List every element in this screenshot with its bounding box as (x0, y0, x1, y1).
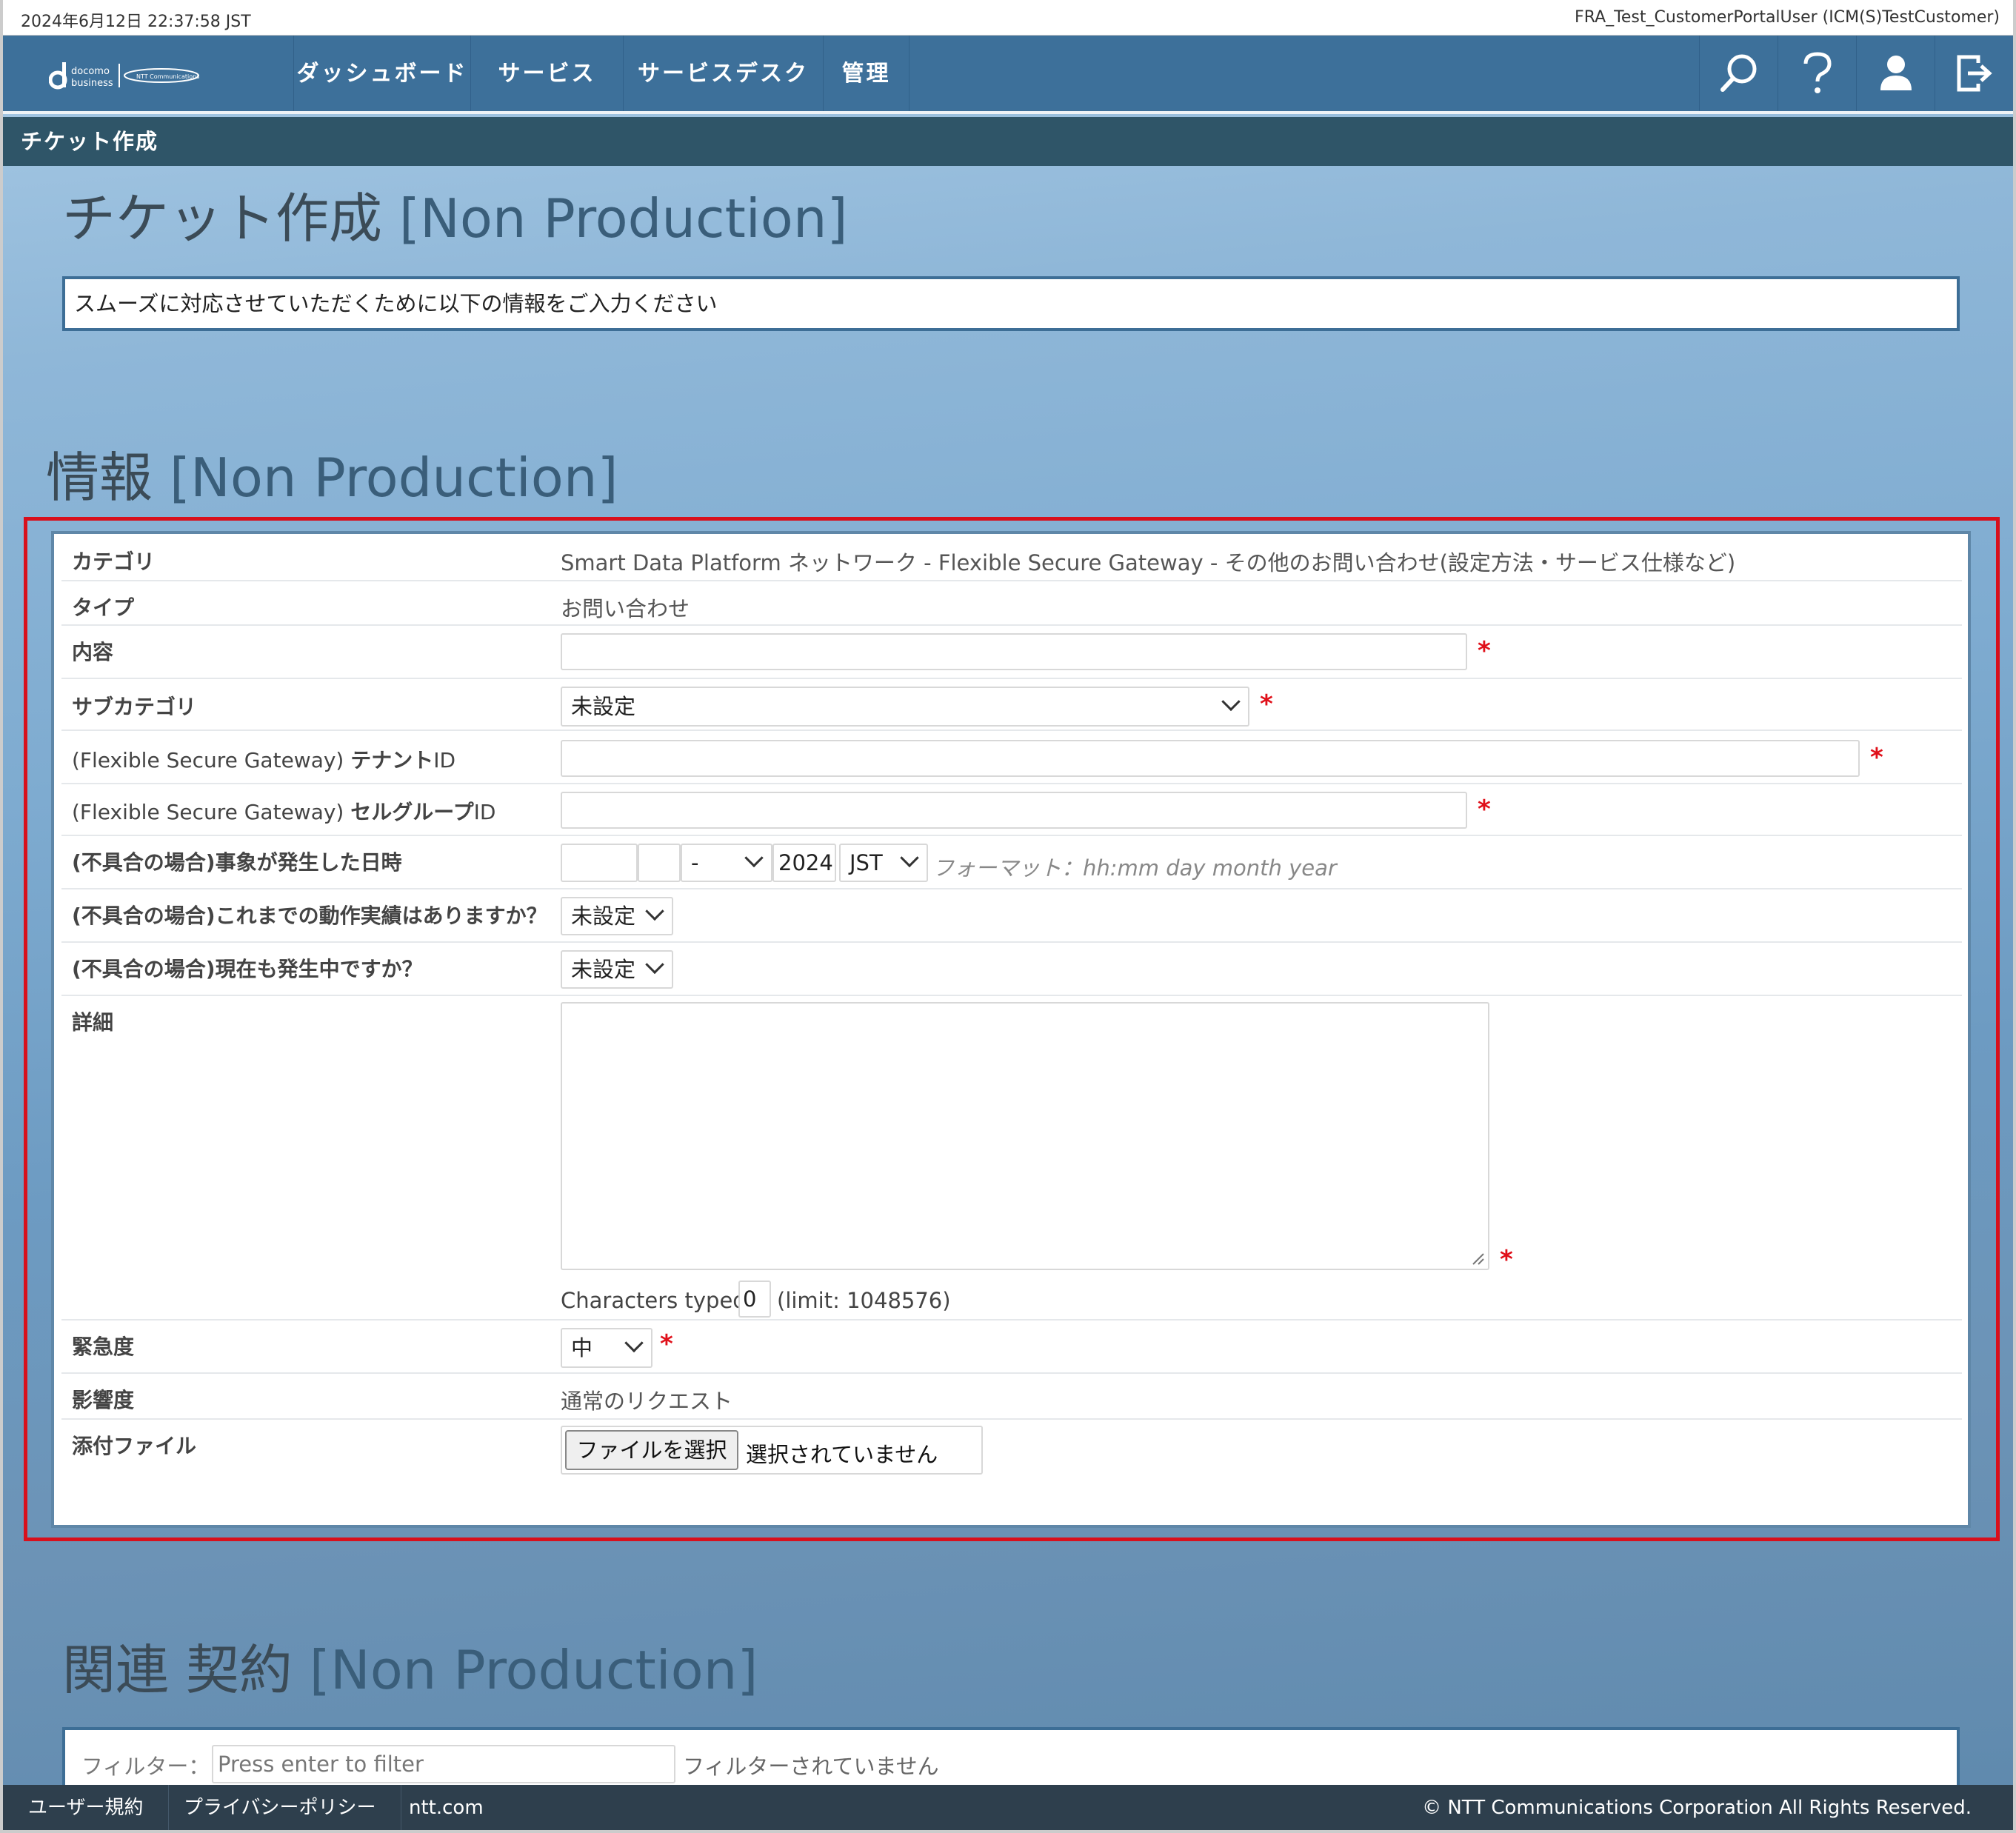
system-status-bar: 2024年6月12日 22:37:58 JST FRA_Test_Custome… (0, 0, 2016, 36)
row-type: タイプ お問い合わせ (61, 581, 1962, 626)
history-label: (不具合の場合)これまでの動作実績はありますか？ (72, 904, 547, 928)
chars-typed-label: Characters typed: (561, 1288, 754, 1313)
occurred-day-input[interactable] (638, 844, 681, 882)
tenant-id-input[interactable] (561, 740, 1860, 777)
footer-copyright: © NTT Communications Corporation All Rig… (1422, 1797, 1972, 1819)
nav-service[interactable]: サービス (471, 36, 624, 111)
svg-text:business: business (71, 78, 113, 89)
docomo-business-logo-icon: docomo business NTT Communications (48, 62, 199, 90)
row-ongoing: (不具合の場合)現在も発生中ですか？ 未設定 (61, 943, 1962, 996)
filter-label: フィルター： (81, 1754, 210, 1779)
row-impact: 影響度 通常のリクエスト (61, 1374, 1962, 1420)
row-cellgroup-id: (Flexible Secure Gateway) セルグループID * (61, 784, 1962, 836)
breadcrumb: チケット作成 (3, 117, 2013, 166)
cellgroup-id-label: (Flexible Secure Gateway) セルグループID (72, 800, 496, 824)
urgency-select[interactable]: 中 (561, 1328, 652, 1368)
top-navigation: docomo business NTT Communications ダッシュボ… (3, 36, 2013, 114)
attach-status: 選択されていません (746, 1442, 938, 1467)
nav-admin[interactable]: 管理 (824, 36, 909, 111)
chevron-down-icon (645, 955, 664, 975)
nav-service-desk[interactable]: サービスデスク (624, 36, 824, 111)
resize-handle-icon (1472, 1253, 1484, 1265)
content-input[interactable] (561, 633, 1467, 670)
content-label: 内容 (72, 640, 114, 664)
row-occurred-datetime: (不具合の場合)事象が発生した日時 - 2024 JST フォーマット：hh:m… (61, 836, 1962, 889)
required-mark: * (1478, 636, 1491, 666)
type-label: タイプ (72, 595, 135, 620)
help-icon[interactable] (1778, 36, 1856, 111)
footer: ユーザー規約 プライバシーポリシー ntt.com © NTT Communic… (3, 1785, 2013, 1833)
footer-link-ntt[interactable]: ntt.com (384, 1785, 509, 1833)
occurred-label: (不具合の場合)事象が発生した日時 (72, 850, 402, 875)
required-mark: * (1500, 1245, 1513, 1275)
type-value: お問い合わせ (561, 596, 690, 621)
chevron-down-icon (645, 901, 664, 921)
subcategory-label: サブカテゴリ (72, 695, 197, 719)
chevron-down-icon (624, 1333, 644, 1353)
cellgroup-id-input[interactable] (561, 792, 1467, 829)
chevron-down-icon (900, 848, 919, 868)
required-mark: * (1260, 690, 1273, 719)
row-urgency: 緊急度 中 * (61, 1321, 1962, 1374)
attach-file-input: ファイルを選択 選択されていません (561, 1426, 983, 1475)
chars-limit: (limit: 1048576) (777, 1288, 951, 1313)
row-attachment: 添付ファイル ファイルを選択 選択されていません (61, 1420, 1962, 1483)
row-content: 内容 * (61, 626, 1962, 679)
info-section-title: 情報 [Non Production] (46, 447, 618, 509)
page-title: チケット作成 [Non Production] (62, 187, 848, 250)
detail-label: 詳細 (72, 1010, 114, 1035)
ticket-form: カテゴリ Smart Data Platform ネットワーク - Flexib… (51, 531, 1971, 1528)
row-subcategory: サブカテゴリ 未設定 * (61, 679, 1962, 731)
contract-section-title: 関連 契約 [Non Production] (62, 1639, 758, 1701)
filter-status: フィルターされていません (683, 1754, 939, 1779)
status-datetime: 2024年6月12日 22:37:58 JST (21, 13, 251, 31)
status-user: FRA_Test_CustomerPortalUser (ICM(S)TestC… (1575, 8, 2000, 27)
impact-value: 通常のリクエスト (561, 1389, 733, 1414)
contract-filter-bar: フィルター： Press enter to filter フィルターされていませ… (62, 1727, 1960, 1794)
nav-dashboard[interactable]: ダッシュボード (293, 36, 471, 111)
svg-text:docomo: docomo (71, 66, 110, 77)
attach-label: 添付ファイル (72, 1434, 197, 1458)
occurred-format-hint: フォーマット：hh:mm day month year (932, 855, 1337, 881)
occurred-timezone-select[interactable]: JST (839, 844, 928, 882)
urgency-label: 緊急度 (72, 1335, 135, 1359)
row-history: (不具合の場合)これまでの動作実績はありますか？ 未設定 (61, 889, 1962, 943)
logout-icon[interactable] (1935, 36, 2013, 111)
footer-link-privacy[interactable]: プライバシーポリシー (158, 1785, 402, 1833)
occurred-month-select[interactable]: - (681, 844, 772, 882)
filter-input[interactable]: Press enter to filter (212, 1745, 675, 1783)
occurred-time-input[interactable] (561, 844, 638, 882)
category-label: カテゴリ (72, 550, 156, 574)
chevron-down-icon (1221, 692, 1241, 712)
row-detail: 詳細 * Characters typed: 0 (limit: 1048576… (61, 996, 1962, 1321)
required-mark: * (660, 1329, 673, 1359)
highlight-frame: カテゴリ Smart Data Platform ネットワーク - Flexib… (24, 517, 2000, 1541)
required-mark: * (1478, 795, 1491, 824)
chars-typed-counter: 0 (738, 1281, 771, 1318)
ongoing-label: (不具合の場合)現在も発生中ですか？ (72, 957, 423, 981)
footer-link-terms[interactable]: ユーザー規約 (3, 1785, 170, 1833)
subcategory-select[interactable]: 未設定 (561, 687, 1249, 727)
choose-file-button[interactable]: ファイルを選択 (565, 1430, 738, 1470)
notice-box: スムーズに対応させていただくために以下の情報をご入力ください (62, 276, 1960, 331)
tenant-id-label: (Flexible Secure Gateway) テナントID (72, 748, 456, 772)
detail-textarea[interactable] (561, 1002, 1489, 1270)
user-icon[interactable] (1856, 36, 1935, 111)
category-value: Smart Data Platform ネットワーク - Flexible Se… (561, 550, 1736, 575)
ongoing-select[interactable]: 未設定 (561, 950, 673, 989)
history-select[interactable]: 未設定 (561, 897, 673, 935)
impact-label: 影響度 (72, 1388, 135, 1412)
row-tenant-id: (Flexible Secure Gateway) テナントID * (61, 731, 1962, 784)
search-icon[interactable] (1699, 36, 1778, 111)
occurred-year-input[interactable]: 2024 (772, 844, 836, 882)
svg-text:NTT Communications: NTT Communications (136, 73, 199, 80)
required-mark: * (1870, 743, 1883, 772)
chevron-down-icon (744, 848, 764, 868)
brand-logo[interactable]: docomo business NTT Communications (48, 59, 204, 92)
row-category: カテゴリ Smart Data Platform ネットワーク - Flexib… (61, 534, 1962, 581)
